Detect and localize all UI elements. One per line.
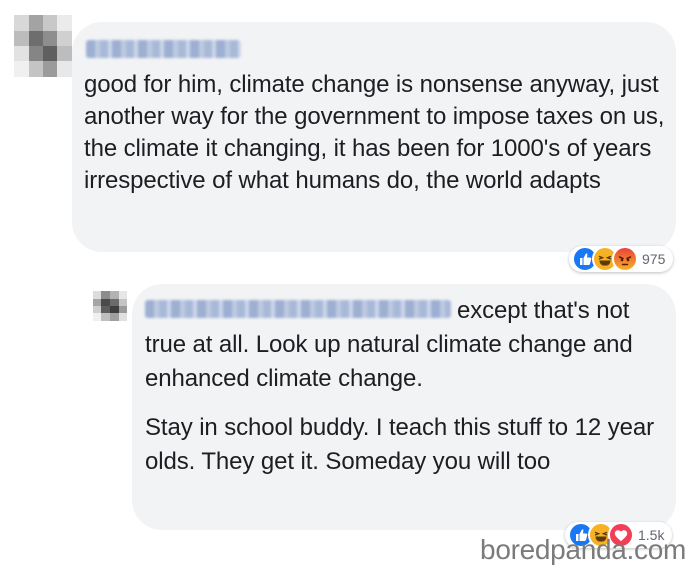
comment-text: good for him, climate change is nonsense… (84, 71, 665, 194)
replier-name-blurred[interactable] (145, 299, 451, 318)
comment-reaction-count: 975 (642, 251, 666, 267)
reply-bubble: except that's not true at all. Look up n… (132, 284, 676, 530)
comment-bubble: good for him, climate change is nonsense… (72, 22, 676, 252)
reply-text-second-paragraph: Stay in school buddy. I teach this stuff… (145, 414, 654, 475)
replier-avatar[interactable] (93, 291, 127, 321)
commenter-avatar[interactable] (14, 15, 72, 77)
comment-reactions[interactable]: 975 (569, 246, 674, 272)
reply-text-first-paragraph: except that's not true at all. Look up n… (145, 294, 662, 396)
commenter-name-blurred[interactable] (86, 40, 241, 58)
angry-icon (612, 246, 638, 272)
watermark: boredpanda.com (480, 534, 686, 565)
